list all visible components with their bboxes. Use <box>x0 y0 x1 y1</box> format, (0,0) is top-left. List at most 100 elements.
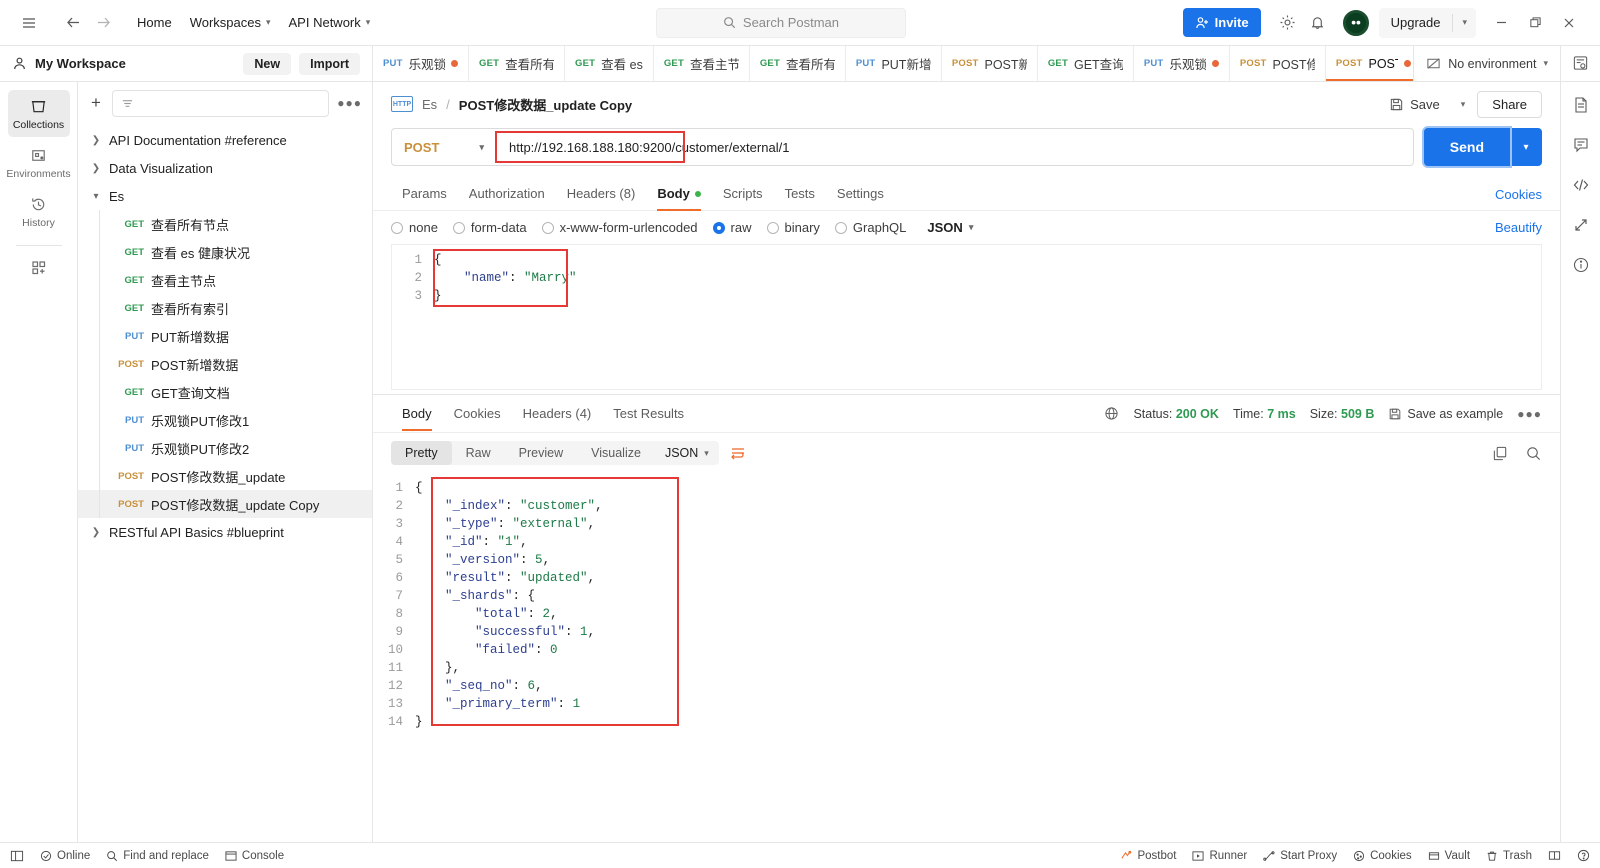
request-tab[interactable]: PUT 乐观锁 <box>373 46 469 81</box>
request-tab[interactable]: POST POST新 <box>942 46 1038 81</box>
runner-button[interactable]: Runner <box>1192 850 1247 862</box>
info-icon[interactable] <box>1572 256 1590 274</box>
collection-request[interactable]: PUT 乐观锁PUT修改1 <box>78 406 372 434</box>
rail-item-history[interactable]: History <box>8 188 70 235</box>
copy-icon[interactable] <box>1492 445 1509 462</box>
environment-quick-look[interactable] <box>1560 46 1600 81</box>
collection-request[interactable]: POST POST修改数据_update <box>78 462 372 490</box>
rail-item-collections[interactable]: Collections <box>7 90 70 137</box>
two-pane-icon[interactable] <box>1548 849 1561 862</box>
send-button[interactable]: Send <box>1423 128 1510 166</box>
request-tab[interactable]: GET 查看所有 <box>469 46 565 81</box>
collection-request[interactable]: POST POST新增数据 <box>78 350 372 378</box>
bell-icon[interactable] <box>1303 8 1333 38</box>
request-tab[interactable]: PUT PUT新增 <box>846 46 942 81</box>
body-mode-GraphQL[interactable]: GraphQL <box>834 220 906 235</box>
help-icon[interactable] <box>1577 849 1590 862</box>
vault-button[interactable]: Vault <box>1428 850 1470 862</box>
sync-icon[interactable] <box>1572 216 1590 234</box>
collection-request[interactable]: GET 查看主节点 <box>78 266 372 294</box>
wrap-lines-icon[interactable] <box>729 444 747 462</box>
api-network-menu[interactable]: API Network ▾ <box>280 10 380 35</box>
gear-icon[interactable] <box>1273 8 1303 38</box>
new-button[interactable]: New <box>243 52 292 75</box>
plus-icon[interactable]: + <box>88 93 104 113</box>
arrow-left-icon[interactable] <box>58 8 88 38</box>
request-tab[interactable]: GET 查看 es <box>565 46 654 81</box>
save-button[interactable]: Save <box>1380 92 1449 117</box>
collection-folder[interactable]: ❯ RESTful API Basics #blueprint <box>78 518 372 546</box>
request-section-tab[interactable]: Authorization <box>458 178 556 210</box>
body-mode-none[interactable]: none <box>391 220 438 235</box>
collection-request[interactable]: GET GET查询文档 <box>78 378 372 406</box>
collection-folder[interactable]: ❯ Data Visualization <box>78 154 372 182</box>
share-button[interactable]: Share <box>1477 90 1542 118</box>
request-section-tab[interactable]: Tests <box>774 178 826 210</box>
collection-request[interactable]: GET 查看所有节点 <box>78 210 372 238</box>
response-tab[interactable]: Cookies <box>443 397 512 430</box>
search-icon[interactable] <box>1525 445 1542 462</box>
request-tab[interactable]: POST POST <box>1325 46 1414 81</box>
workspaces-menu[interactable]: Workspaces ▾ <box>181 10 280 35</box>
rail-item-environments[interactable]: Environments <box>6 139 71 186</box>
apps-add-icon[interactable] <box>8 252 70 283</box>
home-link[interactable]: Home <box>128 10 181 35</box>
body-format-selector[interactable]: JSON ▾ <box>927 220 973 235</box>
chevron-down-icon[interactable]: ▾ <box>1453 17 1476 28</box>
request-section-tab[interactable]: Scripts <box>712 178 774 210</box>
request-tab[interactable]: GET GET查询 <box>1038 46 1134 81</box>
console-button[interactable]: Console <box>225 850 284 862</box>
collection-request[interactable]: PUT PUT新增数据 <box>78 322 372 350</box>
collection-request[interactable]: GET 查看所有索引 <box>78 294 372 322</box>
response-view-mode[interactable]: Visualize <box>577 441 655 465</box>
search-input[interactable]: Search Postman <box>655 7 906 38</box>
request-tab[interactable]: POST POST修 <box>1230 46 1326 81</box>
maximize-button[interactable] <box>1518 8 1552 38</box>
cookies-link[interactable]: Cookies <box>1495 187 1542 202</box>
response-tab[interactable]: Body <box>391 397 443 431</box>
code-icon[interactable] <box>1572 176 1590 194</box>
postbot-button[interactable]: Postbot <box>1120 850 1176 862</box>
environment-selector[interactable]: No environment ▾ <box>1413 46 1560 81</box>
collection-request[interactable]: POST POST修改数据_update Copy <box>78 490 372 518</box>
request-tab[interactable]: PUT 乐观锁 <box>1134 46 1230 81</box>
documentation-icon[interactable] <box>1572 96 1590 114</box>
response-view-mode[interactable]: Raw <box>452 441 505 465</box>
collection-folder[interactable]: ❯ API Documentation #reference <box>78 126 372 154</box>
invite-button[interactable]: Invite <box>1182 8 1261 37</box>
more-icon[interactable]: ●●● <box>337 96 362 110</box>
chevron-down-icon[interactable]: ▾ <box>1453 99 1474 110</box>
collection-request[interactable]: GET 查看 es 健康状况 <box>78 238 372 266</box>
body-mode-raw[interactable]: raw <box>712 220 752 235</box>
response-tab[interactable]: Test Results <box>602 397 695 430</box>
collection-folder[interactable]: ▾ Es <box>78 182 372 210</box>
collection-request[interactable]: PUT 乐观锁PUT修改2 <box>78 434 372 462</box>
online-status[interactable]: Online <box>40 850 90 862</box>
response-format-selector[interactable]: JSON ▾ <box>655 441 719 465</box>
method-selector[interactable]: POST ▾ <box>392 129 496 165</box>
upgrade-button[interactable]: Upgrade ▾ <box>1378 7 1477 38</box>
hamburger-icon[interactable] <box>14 8 44 38</box>
start-proxy-button[interactable]: Start Proxy <box>1263 850 1337 862</box>
cookies-button[interactable]: Cookies <box>1353 850 1412 862</box>
body-mode-form-data[interactable]: form-data <box>452 220 527 235</box>
trash-button[interactable]: Trash <box>1486 850 1532 862</box>
request-section-tab[interactable]: Params <box>391 178 458 210</box>
minimize-button[interactable] <box>1484 8 1518 38</box>
comment-icon[interactable] <box>1572 136 1590 154</box>
request-tab[interactable]: GET 查看所有 <box>750 46 846 81</box>
request-section-tab[interactable]: Settings <box>826 178 895 210</box>
avatar[interactable] <box>1342 9 1369 36</box>
url-input[interactable]: http://192.168.188.180:9200/customer/ext… <box>495 129 1413 165</box>
response-tab[interactable]: Headers (4) <box>512 397 603 430</box>
sidebar-filter-input[interactable] <box>111 89 330 117</box>
arrow-right-icon[interactable] <box>88 8 118 38</box>
import-button[interactable]: Import <box>299 52 360 75</box>
close-button[interactable] <box>1552 8 1586 38</box>
send-options-button[interactable]: ▾ <box>1510 128 1542 166</box>
request-body-editor[interactable]: 1{2 "name": "Marry" 3} <box>392 245 1541 311</box>
request-section-tab[interactable]: Headers (8) <box>556 178 647 210</box>
save-as-example-button[interactable]: Save as example <box>1388 407 1503 421</box>
response-view-mode[interactable]: Preview <box>505 441 577 465</box>
beautify-link[interactable]: Beautify <box>1495 220 1542 235</box>
